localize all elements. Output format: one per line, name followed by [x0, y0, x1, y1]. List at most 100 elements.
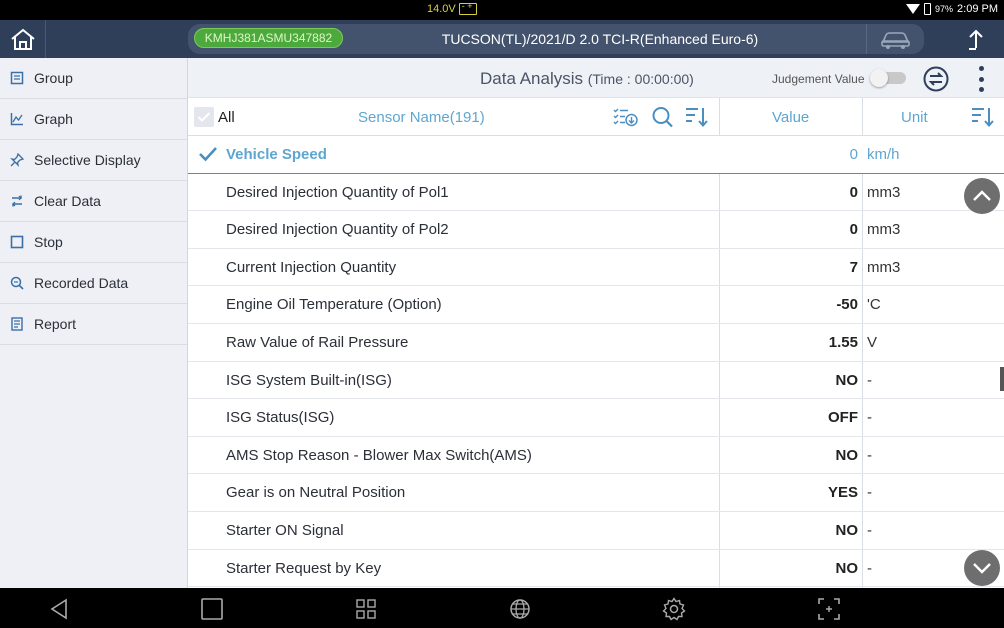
sensor-value: 1.55 [828, 333, 858, 351]
battery-percent: 97% [935, 4, 954, 14]
search-icon[interactable] [650, 106, 676, 128]
grid-icon [356, 599, 376, 619]
sensor-unit: - [867, 559, 872, 577]
sidebar-item-group[interactable]: Group [0, 58, 187, 99]
more-dot [978, 76, 984, 82]
home-nav-button[interactable] [199, 596, 225, 622]
swap-icon[interactable] [922, 66, 950, 92]
table-row[interactable]: Desired Injection Quantity of Pol2 0 mm3 [188, 211, 1004, 249]
vehicle-title: TUCSON(TL)/2021/D 2.0 TCI-R(Enhanced Eur… [441, 31, 759, 47]
page-title-text: Data Analysis [480, 69, 583, 88]
sidebar-item-label: Selective Display [34, 152, 141, 168]
sensor-name: ISG System Built-in(ISG) [226, 371, 392, 389]
sidebar-item-label: Stop [34, 234, 63, 250]
table-row[interactable]: Raw Value of Rail Pressure 1.55 V [188, 324, 1004, 362]
vehicle-button[interactable] [866, 24, 924, 54]
table-row[interactable]: ISG Status(ISG) OFF - [188, 399, 1004, 437]
globe-icon [510, 599, 530, 619]
sensor-name: Raw Value of Rail Pressure [226, 333, 409, 351]
unit-sort-icon[interactable] [970, 106, 996, 128]
table-row[interactable]: ISG System Built-in(ISG) NO - [188, 362, 1004, 400]
check-icon [197, 112, 211, 122]
sensor-value: 0 [849, 146, 858, 163]
judgement-value-label: Judgement Value [772, 72, 865, 86]
system-status: 97% 2:09 PM [906, 3, 998, 15]
wifi-icon [906, 4, 921, 14]
sensor-unit: - [867, 484, 872, 502]
sensor-name: Desired Injection Quantity of Pol2 [226, 221, 449, 239]
voltage-text: 14.0V [427, 3, 456, 15]
sensor-unit: - [867, 371, 872, 389]
table-header: All Sensor Name(191) Value Unit [188, 98, 1004, 136]
sensor-unit: km/h [867, 146, 900, 163]
sidebar-item-clear-data[interactable]: Clear Data [0, 181, 187, 222]
scroll-up-button[interactable] [964, 178, 1000, 214]
sidebar: Group Graph Selective Display Clear Data… [0, 58, 188, 588]
refresh-icon [12, 195, 22, 207]
table-row[interactable]: Vehicle Speed 0 km/h [188, 136, 1004, 174]
report-icon [11, 317, 23, 331]
pin-icon [10, 153, 24, 167]
search-record-icon [10, 276, 24, 290]
sensor-name: Starter ON Signal [226, 521, 344, 539]
navigation-bar [0, 588, 1004, 628]
scrollbar-thumb[interactable] [1000, 367, 1004, 391]
table-row[interactable]: Gear is on Neutral Position YES - [188, 474, 1004, 512]
browser-button[interactable] [507, 596, 533, 622]
sensor-name: Current Injection Quantity [226, 258, 397, 276]
sensor-name: Engine Oil Temperature (Option) [226, 296, 442, 314]
sensor-table: Vehicle Speed 0 km/h Desired Injection Q… [188, 136, 1004, 588]
sort-icon[interactable] [684, 106, 710, 128]
back-button[interactable] [46, 596, 72, 622]
sensor-name: ISG Status(ISG) [226, 409, 335, 427]
sensor-name: Starter Request by Key [226, 559, 382, 577]
upload-button[interactable] [948, 20, 1004, 58]
judgement-value-toggle[interactable] [870, 69, 906, 87]
clock: 2:09 PM [957, 3, 998, 15]
toggle-knob [870, 69, 888, 87]
arrow-up-icon [969, 29, 983, 50]
sensor-unit: - [867, 446, 872, 464]
sensor-unit: - [867, 521, 872, 539]
sensor-unit: - [867, 409, 872, 427]
sensor-value: NO [835, 521, 859, 539]
table-row[interactable]: AMS Stop Reason - Blower Max Switch(AMS)… [188, 437, 1004, 475]
sensor-value: 0 [849, 183, 858, 201]
scroll-down-button[interactable] [964, 550, 1000, 586]
screenshot-icon [818, 598, 840, 620]
gear-icon [662, 597, 686, 621]
sidebar-item-selective-display[interactable]: Selective Display [0, 140, 187, 181]
check-icon [199, 147, 217, 162]
top-bar: KMHJ381ASMU347882 TUCSON(TL)/2021/D 2.0 … [0, 20, 1004, 58]
more-options-button[interactable] [974, 66, 988, 92]
battery-icon [924, 3, 932, 15]
apps-button[interactable] [353, 596, 379, 622]
table-row[interactable]: Current Injection Quantity 7 mm3 [188, 249, 1004, 287]
table-row[interactable]: Desired Injection Quantity of Pol1 0 mm3 [188, 174, 1004, 212]
sensor-unit: mm3 [867, 258, 901, 276]
select-all-checkbox[interactable] [194, 107, 214, 127]
sensor-name: AMS Stop Reason - Blower Max Switch(AMS) [226, 446, 532, 464]
home-button[interactable] [0, 20, 46, 58]
graph-icon [10, 113, 23, 126]
settings-button[interactable] [661, 596, 687, 622]
car-icon [880, 32, 910, 49]
sensor-value: NO [835, 371, 859, 389]
sensor-value: OFF [828, 409, 858, 427]
sensor-value: YES [827, 484, 858, 502]
table-row[interactable]: Starter Request by Key NO - [188, 550, 1004, 588]
screenshot-button[interactable] [816, 596, 842, 622]
sidebar-item-stop[interactable]: Stop [0, 222, 187, 263]
table-row[interactable]: Engine Oil Temperature (Option) -50 'C [188, 286, 1004, 324]
table-row[interactable]: Starter ON Signal NO - [188, 512, 1004, 550]
elapsed-time: (Time : 00:00:00) [587, 71, 694, 87]
car-battery-icon [458, 1, 477, 15]
chevron-up-icon [973, 190, 991, 201]
checklist-download-icon[interactable] [612, 106, 638, 128]
sidebar-item-graph[interactable]: Graph [0, 99, 187, 140]
back-icon [50, 598, 67, 620]
sidebar-item-recorded-data[interactable]: Recorded Data [0, 263, 187, 304]
square-icon [201, 598, 223, 620]
sensor-value: 7 [849, 258, 858, 276]
sidebar-item-report[interactable]: Report [0, 304, 187, 345]
